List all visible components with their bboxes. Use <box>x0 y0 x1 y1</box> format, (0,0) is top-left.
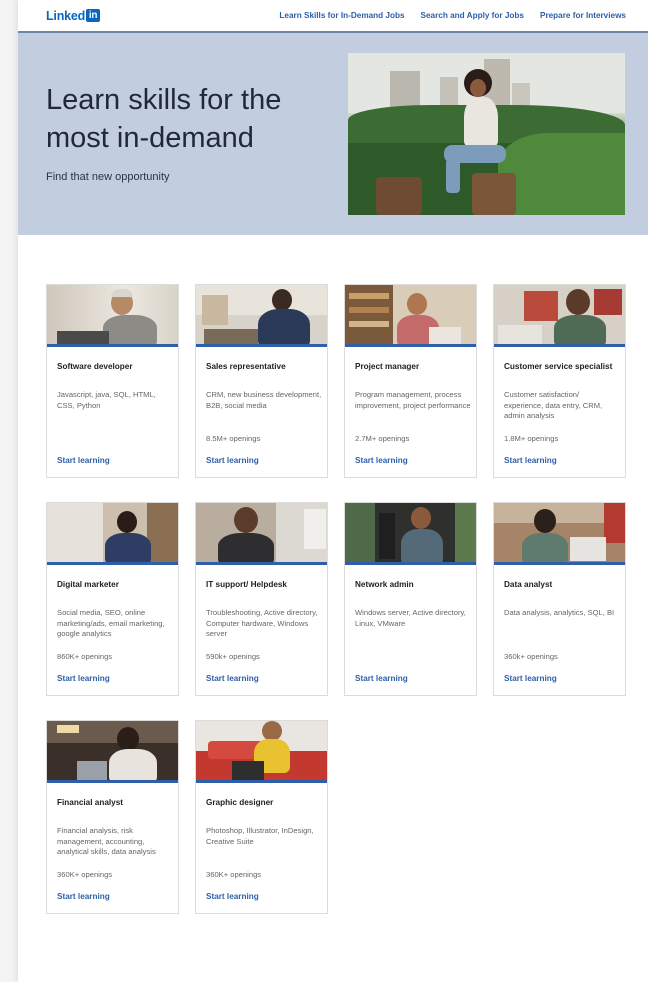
card-photo <box>47 503 178 565</box>
start-learning-link[interactable]: Start learning <box>206 892 259 901</box>
hero-photo <box>348 53 625 215</box>
career-card-software-developer[interactable]: Software developer Javascript, java, SQL… <box>46 284 179 478</box>
career-card-customer-service-specialist[interactable]: Customer service specialist Customer sat… <box>493 284 626 478</box>
card-skills: Photoshop, Illustrator, InDesign, Creati… <box>206 826 314 846</box>
card-skills: Customer satisfaction/ experience, data … <box>504 390 603 420</box>
page: Linked in Learn Skills for In-Demand Job… <box>18 0 648 982</box>
card-title: Digital marketer <box>57 580 119 589</box>
card-skills: Data analysis, analytics, SQL, BI <box>504 608 615 617</box>
career-card-graphic-designer[interactable]: Graphic designer Photoshop, Illustrator,… <box>195 720 328 914</box>
start-learning-link[interactable]: Start learning <box>355 674 408 683</box>
card-openings: 860K+ openings <box>57 652 113 661</box>
career-card-financial-analyst[interactable]: Financial analyst Financial analysis, ri… <box>46 720 179 914</box>
card-photo <box>494 285 625 347</box>
hero-subtitle: Find that new opportunity <box>46 171 170 183</box>
card-openings: 590k+ openings <box>206 652 260 661</box>
card-photo <box>345 285 476 347</box>
card-openings: 360K+ openings <box>206 870 262 879</box>
career-card-project-manager[interactable]: Project manager Program management, proc… <box>344 284 477 478</box>
start-learning-link[interactable]: Start learning <box>355 456 408 465</box>
logo-word: Linked <box>46 8 86 23</box>
card-title: Graphic designer <box>206 798 274 807</box>
nav-links: Learn Skills for In-Demand Jobs Search a… <box>279 11 626 20</box>
card-title: Network admin <box>355 580 414 589</box>
card-openings: 360k+ openings <box>504 652 558 661</box>
card-photo <box>196 721 327 783</box>
card-skills: Troubleshooting, Active directory, Compu… <box>206 608 318 638</box>
top-nav: Linked in Learn Skills for In-Demand Job… <box>18 0 648 33</box>
card-openings: 2.7M+ openings <box>355 434 410 443</box>
career-card-digital-marketer[interactable]: Digital marketer Social media, SEO, onli… <box>46 502 179 696</box>
card-title: Financial analyst <box>57 798 123 807</box>
card-skills: Javascript, java, SQL, HTML, CSS, Python <box>57 390 156 410</box>
card-title: Data analyst <box>504 580 553 589</box>
nav-link-prepare-interviews[interactable]: Prepare for Interviews <box>540 11 626 20</box>
card-skills: Social media, SEO, online marketing/ads,… <box>57 608 165 638</box>
card-skills: CRM, new business development, B2B, soci… <box>206 390 322 410</box>
career-card-grid: Software developer Javascript, java, SQL… <box>46 284 626 914</box>
card-openings: 8.5M+ openings <box>206 434 261 443</box>
linkedin-logo[interactable]: Linked in <box>46 8 101 23</box>
career-card-data-analyst[interactable]: Data analyst Data analysis, analytics, S… <box>493 502 626 696</box>
card-skills: Program management, process improvement,… <box>355 390 471 410</box>
card-photo <box>47 285 178 347</box>
card-photo <box>47 721 178 783</box>
start-learning-link[interactable]: Start learning <box>206 674 259 683</box>
card-photo <box>196 285 327 347</box>
card-photo <box>345 503 476 565</box>
hero-banner: Learn skills for the most in-demand Find… <box>18 33 648 235</box>
card-title: Customer service specialist <box>504 362 613 371</box>
card-skills: Financial analysis, risk management, acc… <box>57 826 156 856</box>
nav-link-learn-skills[interactable]: Learn Skills for In-Demand Jobs <box>279 11 404 20</box>
card-title: IT support/ Helpdesk <box>206 580 287 589</box>
card-title: Sales representative <box>206 362 286 371</box>
start-learning-link[interactable]: Start learning <box>57 456 110 465</box>
nav-link-search-jobs[interactable]: Search and Apply for Jobs <box>421 11 524 20</box>
card-openings: 360K+ openings <box>57 870 113 879</box>
hero-title: Learn skills for the most in-demand <box>46 84 282 154</box>
card-skills: Windows server, Active directory, Linux,… <box>355 608 466 628</box>
career-card-it-support-helpdesk[interactable]: IT support/ Helpdesk Troubleshooting, Ac… <box>195 502 328 696</box>
start-learning-link[interactable]: Start learning <box>57 674 110 683</box>
career-card-network-admin[interactable]: Network admin Windows server, Active dir… <box>344 502 477 696</box>
start-learning-link[interactable]: Start learning <box>504 674 557 683</box>
career-card-sales-representative[interactable]: Sales representative CRM, new business d… <box>195 284 328 478</box>
card-title: Software developer <box>57 362 133 371</box>
card-photo <box>196 503 327 565</box>
start-learning-link[interactable]: Start learning <box>206 456 259 465</box>
card-openings: 1.8M+ openings <box>504 434 559 443</box>
start-learning-link[interactable]: Start learning <box>504 456 557 465</box>
card-title: Project manager <box>355 362 420 371</box>
start-learning-link[interactable]: Start learning <box>57 892 110 901</box>
logo-in-box: in <box>86 9 101 22</box>
card-photo <box>494 503 625 565</box>
